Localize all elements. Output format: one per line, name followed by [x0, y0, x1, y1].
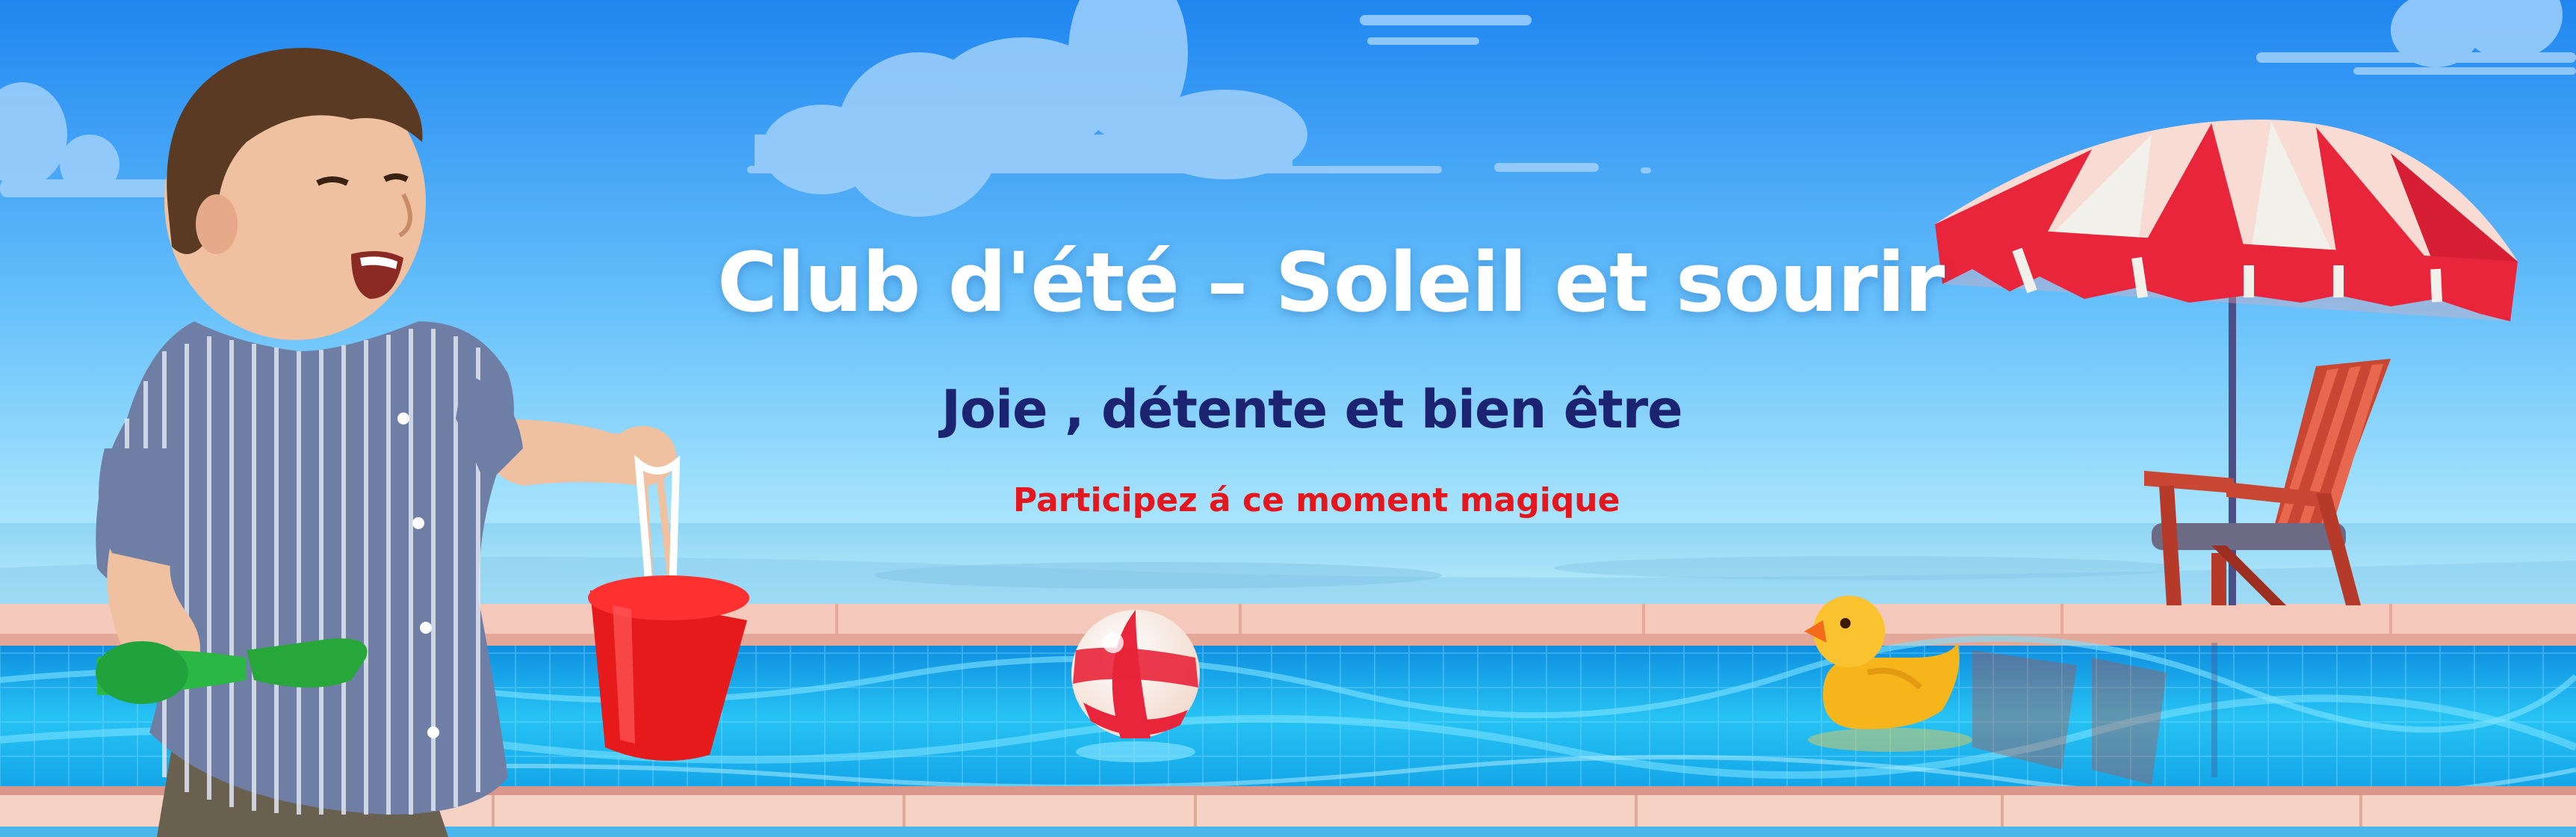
summer-club-banner: Club d'été – Soleil et sourir Joie , dét…: [0, 0, 2576, 837]
pool-scene-illustration: [0, 0, 2576, 837]
